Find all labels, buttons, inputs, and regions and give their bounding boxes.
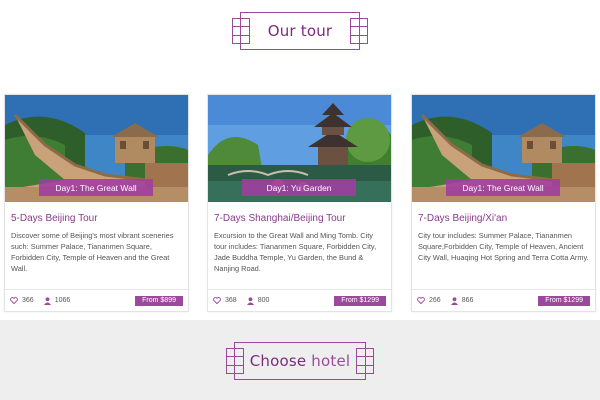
- tour-day-tag: Day1: The Great Wall: [39, 179, 153, 196]
- tour-card-footer: 368 800 From $1299: [208, 289, 391, 311]
- tour-card[interactable]: Day1: Yu Garden 7-Days Shanghai/Beijing …: [207, 94, 392, 312]
- visitors-value: 1066: [54, 297, 71, 304]
- tour-image-yu-garden[interactable]: Day1: Yu Garden: [208, 95, 391, 202]
- person-icon: [43, 296, 51, 305]
- likes-value: 266: [429, 297, 441, 304]
- tour-description: City tour includes: Summer Palace, Tiana…: [418, 231, 589, 262]
- tour-card[interactable]: Day1: The Great Wall 7-Days Beijing/Xi'a…: [411, 94, 596, 312]
- our-tour-title: Our tour: [267, 22, 333, 40]
- heart-icon: [10, 297, 18, 304]
- visitors-value: 866: [461, 297, 474, 304]
- price-badge[interactable]: From $899: [135, 295, 183, 306]
- tour-description: Excursion to the Great Wall and Ming Tom…: [214, 231, 377, 273]
- frame-corner-decoration: [226, 356, 244, 374]
- tour-description: Discover some of Beijing's most vibrant …: [11, 231, 174, 273]
- frame-corner-decoration: [356, 356, 374, 374]
- visitors-value: 800: [257, 297, 270, 304]
- likes-value: 368: [225, 297, 237, 304]
- our-tour-header: Our tour: [0, 12, 600, 50]
- tour-card-footer: 266 866 From $1299: [412, 289, 595, 311]
- tour-image-great-wall[interactable]: Day1: The Great Wall: [412, 95, 595, 202]
- tour-image-great-wall[interactable]: Day1: The Great Wall: [5, 95, 188, 202]
- choose-hotel-header: Choose hotel: [0, 342, 600, 380]
- tour-title-link[interactable]: 5-Days Beijing Tour: [11, 212, 182, 225]
- visitors-count: 800: [246, 296, 270, 305]
- tour-card[interactable]: Day1: The Great Wall 5-Days Beijing Tour…: [4, 94, 189, 312]
- price-badge[interactable]: From $1299: [538, 295, 590, 306]
- choose-hotel-title-frame: Choose hotel: [226, 342, 374, 380]
- heart-icon: [213, 297, 221, 304]
- likes-count[interactable]: 366: [10, 297, 34, 304]
- frame-corner-decoration: [350, 26, 368, 44]
- visitors-count: 1066: [43, 296, 71, 305]
- person-icon: [450, 296, 458, 305]
- price-badge[interactable]: From $1299: [334, 295, 386, 306]
- tour-day-tag: Day1: Yu Garden: [242, 179, 356, 196]
- likes-count[interactable]: 368: [213, 297, 237, 304]
- frame-corner-decoration: [232, 26, 250, 44]
- likes-value: 366: [22, 297, 34, 304]
- person-icon: [246, 296, 254, 305]
- choose-hotel-title: Choose hotel: [249, 352, 351, 370]
- tour-title-link[interactable]: 7-Days Beijing/Xi'an: [418, 212, 589, 225]
- tour-card-footer: 366 1066 From $899: [5, 289, 188, 311]
- heart-icon: [417, 297, 425, 304]
- visitors-count: 866: [450, 296, 474, 305]
- our-tour-title-frame: Our tour: [232, 12, 368, 50]
- likes-count[interactable]: 266: [417, 297, 441, 304]
- tour-day-tag: Day1: The Great Wall: [446, 179, 560, 196]
- tour-title-link[interactable]: 7-Days Shanghai/Beijing Tour: [214, 212, 385, 225]
- tour-card-list: Day1: The Great Wall 5-Days Beijing Tour…: [4, 94, 596, 312]
